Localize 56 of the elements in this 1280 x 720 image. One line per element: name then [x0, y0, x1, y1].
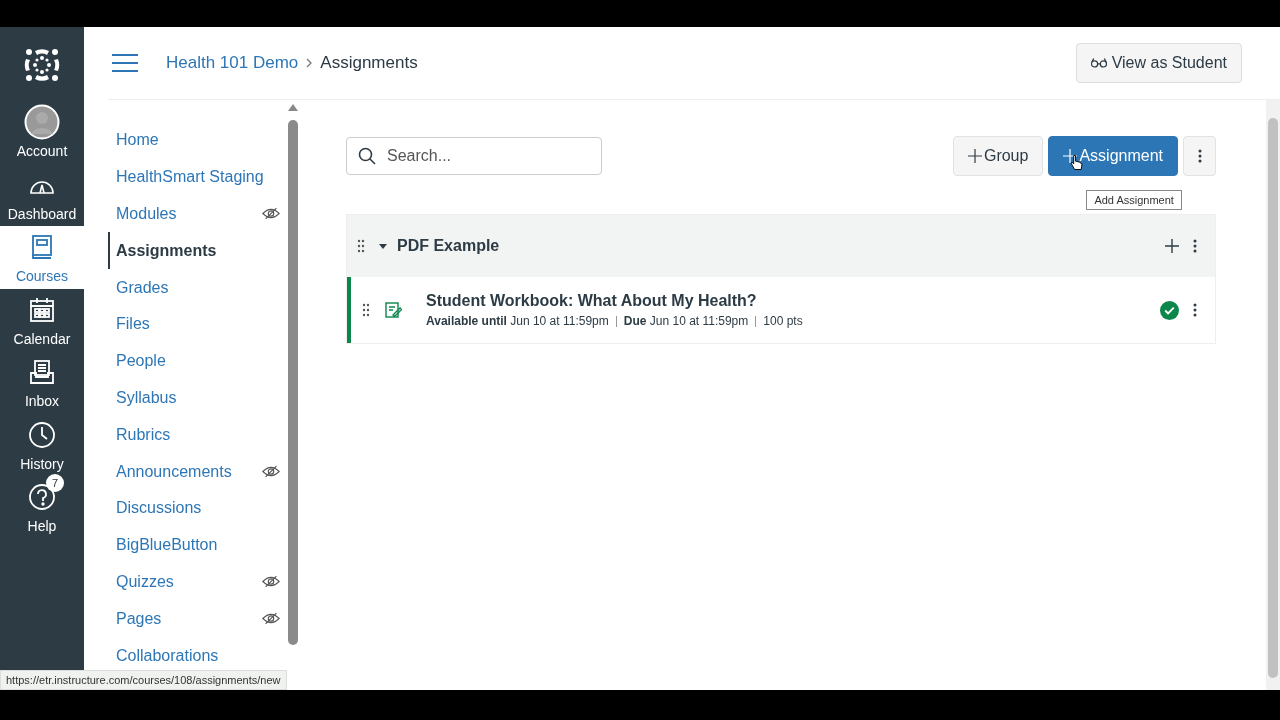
add-icon[interactable] — [1165, 239, 1179, 253]
chevron-right-icon — [306, 58, 313, 68]
global-nav-item[interactable]: Inbox — [0, 351, 84, 414]
global-nav-item[interactable]: Courses — [0, 226, 84, 289]
add-group-button[interactable]: Group — [952, 136, 1044, 176]
glasses-icon — [1090, 57, 1107, 69]
group-title[interactable]: PDF Example — [397, 237, 500, 255]
view-as-student-button[interactable]: View as Student — [1075, 43, 1242, 83]
inbox-icon — [29, 359, 55, 386]
course-nav-item[interactable]: Rubrics — [108, 416, 288, 454]
assignment-meta: 100 pts — [763, 314, 803, 328]
assignment-meta: Available until Jun 10 at 11:59pm — [426, 314, 609, 328]
plus-icon — [1063, 149, 1078, 163]
search-field[interactable]: Search... — [346, 137, 602, 175]
course-nav-item[interactable]: Discussions — [108, 489, 288, 527]
published-check-icon[interactable] — [1160, 300, 1179, 320]
course-nav-item[interactable]: Home — [108, 122, 288, 159]
kebab-icon[interactable] — [1193, 303, 1197, 317]
search-icon — [358, 147, 376, 165]
kebab-icon — [1197, 149, 1202, 163]
assignment-row[interactable]: Student Workbook: What About My Health? Available until Jun 10 at 11:59pm Due Jun 10 at 11:59pm 100 pts — [347, 277, 1215, 343]
global-nav-item[interactable]: Account — [0, 101, 84, 164]
course-nav-item[interactable]: People — [108, 342, 288, 380]
page-scrollbar[interactable] — [1266, 100, 1280, 690]
course-nav-item[interactable]: Syllabus — [108, 379, 288, 417]
tooltip: Add Assignment — [1086, 190, 1182, 210]
global-nav-item[interactable]: History — [0, 413, 84, 476]
drag-handle-icon[interactable] — [357, 239, 365, 253]
plus-icon — [967, 149, 982, 163]
course-nav-item[interactable]: HealthSmart Staging — [108, 158, 288, 196]
drag-handle-icon[interactable] — [362, 303, 370, 317]
avatar-icon — [24, 104, 60, 141]
course-nav-item[interactable]: Pages — [108, 600, 288, 638]
assignment-icon — [384, 301, 402, 319]
breadcrumb-current: Assignments — [320, 53, 418, 73]
add-assignment-button[interactable]: Assignment — [1048, 136, 1178, 176]
course-nav-item[interactable]: Modules — [108, 195, 288, 233]
global-nav-item[interactable]: 7 Help — [0, 476, 84, 539]
menu-icon[interactable] — [112, 54, 138, 72]
breadcrumb-link[interactable]: Health 101 Demo — [166, 53, 299, 73]
notification-badge: 7 — [46, 474, 64, 493]
book-icon — [31, 234, 53, 261]
clock-icon — [28, 420, 56, 449]
course-nav-item[interactable]: Announcements — [108, 453, 288, 490]
course-nav-item[interactable]: BigBlueButton — [108, 526, 288, 564]
caret-icon[interactable] — [379, 242, 387, 250]
course-nav-item[interactable]: Files — [108, 306, 288, 343]
status-bar-url: https://etr.instructure.com/courses/108/assignments/new — [0, 670, 287, 690]
global-nav-item[interactable]: Dashboard — [0, 163, 84, 226]
assignment-meta: Due Jun 10 at 11:59pm — [623, 314, 749, 328]
course-nav-item[interactable]: Grades — [108, 269, 288, 306]
calendar-icon — [29, 296, 55, 323]
course-nav-item[interactable]: Quizzes — [108, 563, 288, 601]
kebab-icon[interactable] — [1193, 239, 1197, 253]
global-nav-item[interactable]: Calendar — [0, 288, 84, 351]
assignment-title[interactable]: Student Workbook: What About My Health? — [426, 292, 803, 310]
